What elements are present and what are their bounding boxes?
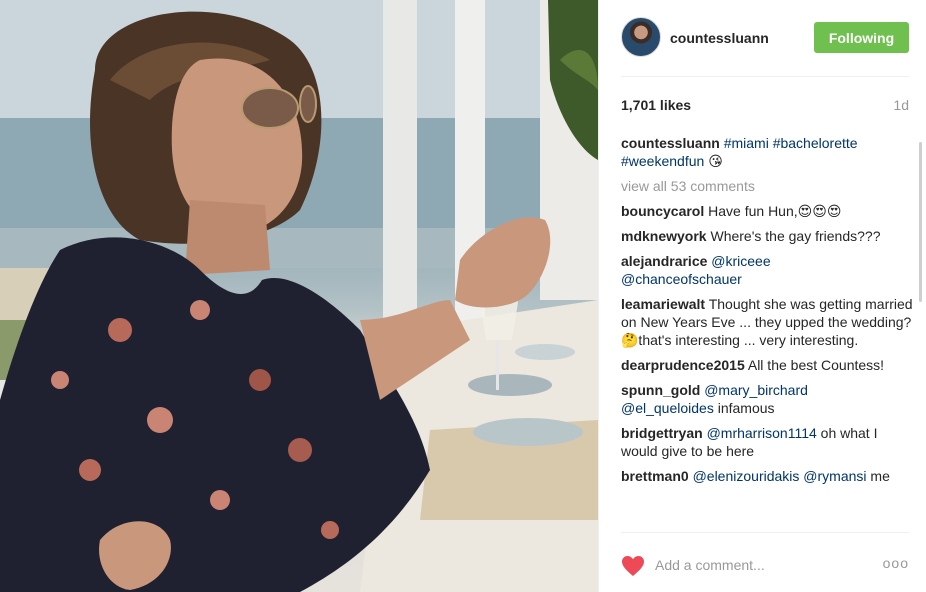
comment-username[interactable]: bouncycarol	[621, 203, 704, 219]
post-photo[interactable]	[0, 0, 598, 592]
comment-text: All the best Countess!	[747, 357, 885, 373]
comment-item: mdknewyork Where's the gay friends???	[621, 227, 913, 245]
comments-scrollbar[interactable]	[919, 134, 922, 532]
comment-mention[interactable]: @mary_birchard	[704, 382, 808, 398]
comment-mention[interactable]: @mrharrison1114	[707, 425, 817, 441]
post-age[interactable]: 1d	[893, 97, 909, 113]
avatar-icon[interactable]	[621, 17, 661, 57]
more-options-icon[interactable]: ooo	[883, 555, 909, 571]
comment-mention[interactable]: @elenizouridakis	[693, 468, 800, 484]
comment-mention[interactable]: @rymansi	[803, 468, 866, 484]
post-footer: ooo	[599, 545, 926, 585]
comment-username[interactable]: leamariewalt	[621, 296, 705, 312]
likes-row: 1,701 likes 1d	[621, 97, 909, 115]
hashtag-bachelorette[interactable]: #bachelorette	[773, 135, 858, 151]
add-comment-input[interactable]	[655, 553, 875, 577]
footer-divider	[621, 532, 909, 533]
comment-text: me	[870, 468, 890, 484]
comment-item: brettman0 @elenizouridakis @rymansi me	[621, 467, 913, 485]
comment-text: Have fun Hun,😍😍😍	[708, 203, 842, 219]
comment-username[interactable]: alejandrarice	[621, 253, 707, 269]
following-button[interactable]: Following	[814, 22, 909, 53]
post-details-panel: countessluann Following 1,701 likes 1d c…	[598, 0, 926, 592]
heart-icon[interactable]	[621, 555, 645, 577]
header-divider	[621, 76, 909, 77]
post-caption: countessluann #miami #bachelorette #week…	[621, 134, 913, 170]
comment-item: dearprudence2015 All the best Countess!	[621, 356, 913, 374]
comment-item: spunn_gold @mary_birchard @el_queloides …	[621, 381, 913, 417]
hashtag-weekendfun[interactable]: #weekendfun	[621, 153, 704, 169]
comment-mention[interactable]: @el_queloides	[621, 400, 714, 416]
comment-item: alejandrarice @kriceee @chanceofschauer	[621, 252, 913, 288]
view-all-comments-link[interactable]: view all 53 comments	[621, 177, 913, 195]
comment-item: bouncycarol Have fun Hun,😍😍😍	[621, 202, 913, 220]
comment-mention[interactable]: @kriceee	[711, 253, 770, 269]
caption-emoji: 😘	[708, 153, 723, 169]
comment-text: infamous	[717, 400, 775, 416]
comment-item: leamariewalt Thought she was getting mar…	[621, 295, 913, 349]
caption-username[interactable]: countessluann	[621, 135, 720, 151]
comment-username[interactable]: mdknewyork	[621, 228, 707, 244]
comment-username[interactable]: dearprudence2015	[621, 357, 745, 373]
photo-scene	[0, 0, 598, 592]
comment-username[interactable]: bridgettryan	[621, 425, 703, 441]
comments-scrollbar-thumb[interactable]	[919, 142, 922, 302]
comment-mention[interactable]: @chanceofschauer	[621, 271, 742, 287]
comment-username[interactable]: spunn_gold	[621, 382, 700, 398]
post-author-username[interactable]: countessluann	[670, 30, 769, 46]
comment-username[interactable]: brettman0	[621, 468, 689, 484]
comments-list[interactable]: countessluann #miami #bachelorette #week…	[621, 134, 913, 532]
comment-text: Where's the gay friends???	[710, 228, 881, 244]
post-header: countessluann Following	[599, 0, 926, 76]
hashtag-miami[interactable]: #miami	[724, 135, 769, 151]
likes-count[interactable]: 1,701 likes	[621, 97, 691, 113]
comment-item: bridgettryan @mrharrison1114 oh what I w…	[621, 424, 913, 460]
